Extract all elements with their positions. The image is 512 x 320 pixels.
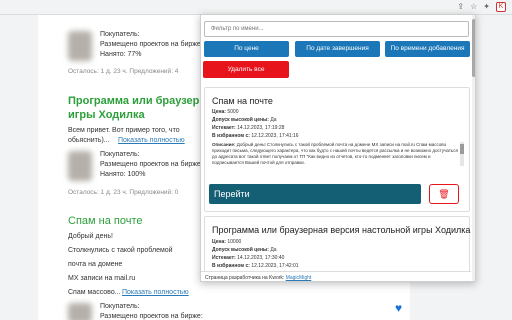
delete-all-button[interactable]: Удалить все — [203, 61, 289, 78]
favorited-line: В избранном с: 12.12.2023, 17:42:01 — [212, 263, 299, 269]
project-title-cont[interactable]: игры Ходилка — [68, 109, 145, 121]
favorite-card: Программа или браузерная версия настольн… — [204, 216, 470, 276]
expires-value: 14.12.2023, 17:19:28 — [237, 125, 285, 131]
expires-line: Истекает: 14.12.2023, 17:19:28 — [212, 125, 284, 131]
favorited-label: В избранном с: — [212, 263, 250, 269]
popup-scroll-thumb[interactable] — [472, 19, 475, 77]
heart-icon[interactable]: ♥ — [395, 302, 402, 314]
expires-value: 14.12.2023, 17:30:40 — [237, 255, 285, 261]
project-description: Спам массово... — [68, 289, 121, 296]
extensions-icon[interactable]: ✦ — [483, 2, 490, 12]
favorited-label: В избранном с: — [212, 133, 250, 139]
favorite-title: Программа или браузерная версия настольн… — [212, 225, 471, 235]
project-description: Всем привет. Вот пример того, что — [68, 127, 180, 134]
hired-rate: Нанято: 77% — [100, 51, 142, 58]
high-price-label: Допуск высокой цены: — [212, 247, 269, 253]
sort-by-added-time-button[interactable]: По времени добавления — [385, 41, 470, 57]
toolbar-icons: ⇪ ☆ ✦ K — [457, 2, 506, 12]
buyer-label: Покупатель: — [100, 303, 140, 310]
filter-input[interactable] — [204, 21, 469, 37]
price-label: Цена: — [212, 109, 226, 115]
sort-by-end-date-button[interactable]: По дате завершения — [295, 41, 380, 57]
favorited-value: 12.12.2023, 17:41:16 — [251, 133, 299, 139]
hired-rate: Нанято: 100% — [100, 171, 146, 178]
sort-by-price-button[interactable]: По цене — [204, 41, 289, 57]
share-icon[interactable]: ⇪ — [457, 2, 464, 12]
star-icon[interactable]: ☆ — [470, 2, 477, 12]
projects-placed: Размещено проектов на бирже: — [100, 313, 203, 320]
project-description: Столкнулись с такой проблемой — [68, 247, 173, 254]
description-text: Добрый день! Столкнулись с такой проблем… — [212, 142, 458, 165]
price-value: 5000 — [227, 109, 239, 115]
project-description: Добрый день! — [68, 233, 113, 240]
favorite-title: Спам на почте — [212, 96, 273, 106]
high-price-value: Да — [270, 117, 277, 123]
footer-text: Страница разработчика на Kwork: — [205, 275, 285, 281]
projects-placed: Размещено проектов на бирже: — [100, 161, 203, 168]
description-label: Описание: — [212, 142, 236, 147]
description-scroll-thumb[interactable] — [460, 144, 464, 154]
browser-toolbar: ⇪ ☆ ✦ K — [0, 0, 512, 15]
show-more-link[interactable]: Показать полностью — [122, 289, 189, 296]
avatar — [68, 31, 92, 61]
delete-favorite-button[interactable]: 🗑 — [429, 184, 459, 204]
price-value: 10000 — [227, 239, 242, 245]
high-price-line: Допуск высокой цены: Да — [212, 247, 277, 253]
favorite-description: Описание: Добрый день! Столкнулись с так… — [212, 142, 458, 166]
go-button[interactable]: Перейти — [209, 184, 421, 204]
price-label: Цена: — [212, 239, 226, 245]
project-meta: Осталось: 1 д. 23 ч. Предложений: 4 — [68, 68, 179, 75]
expires-line: Истекает: 14.12.2023, 17:30:40 — [212, 255, 284, 261]
favorites-popup: По цене По дате завершения По времени до… — [200, 14, 476, 282]
favorited-line: В избранном с: 12.12.2023, 17:41:16 — [212, 133, 299, 139]
expires-label: Истекает: — [212, 255, 236, 261]
projects-placed: Размещено проектов на бирже: — [100, 41, 203, 48]
popup-footer: Страница разработчика на Kwork: MagicMig… — [201, 271, 471, 281]
project-description: MX записи на mail.ru — [68, 275, 136, 282]
buyer-label: Покупатель: — [100, 151, 140, 158]
buyer-label: Покупатель: — [100, 31, 140, 38]
avatar — [68, 151, 92, 181]
price-line: Цена: 5000 — [212, 109, 238, 115]
avatar — [68, 303, 92, 320]
show-more-link[interactable]: Показать полностью — [118, 137, 185, 144]
high-price-label: Допуск высокой цены: — [212, 117, 269, 123]
project-title[interactable]: Спам на почте — [68, 215, 142, 227]
project-meta: Осталось: 1 д. 23 ч. Предложений: 0 — [68, 189, 179, 196]
high-price-line: Допуск высокой цены: Да — [212, 117, 277, 123]
developer-link[interactable]: MagicMight — [286, 275, 312, 281]
expires-label: Истекает: — [212, 125, 236, 131]
kwork-extension-icon[interactable]: K — [496, 2, 506, 12]
trash-icon: 🗑 — [438, 189, 450, 199]
project-description-cont: обьяснить)... — [68, 137, 110, 144]
high-price-value: Да — [270, 247, 277, 253]
favorited-value: 12.12.2023, 17:42:01 — [251, 263, 299, 269]
project-description: почта на домене — [68, 261, 123, 268]
price-line: Цена: 10000 — [212, 239, 241, 245]
favorite-card: Спам на почте Цена: 5000 Допуск высокой … — [204, 87, 470, 212]
